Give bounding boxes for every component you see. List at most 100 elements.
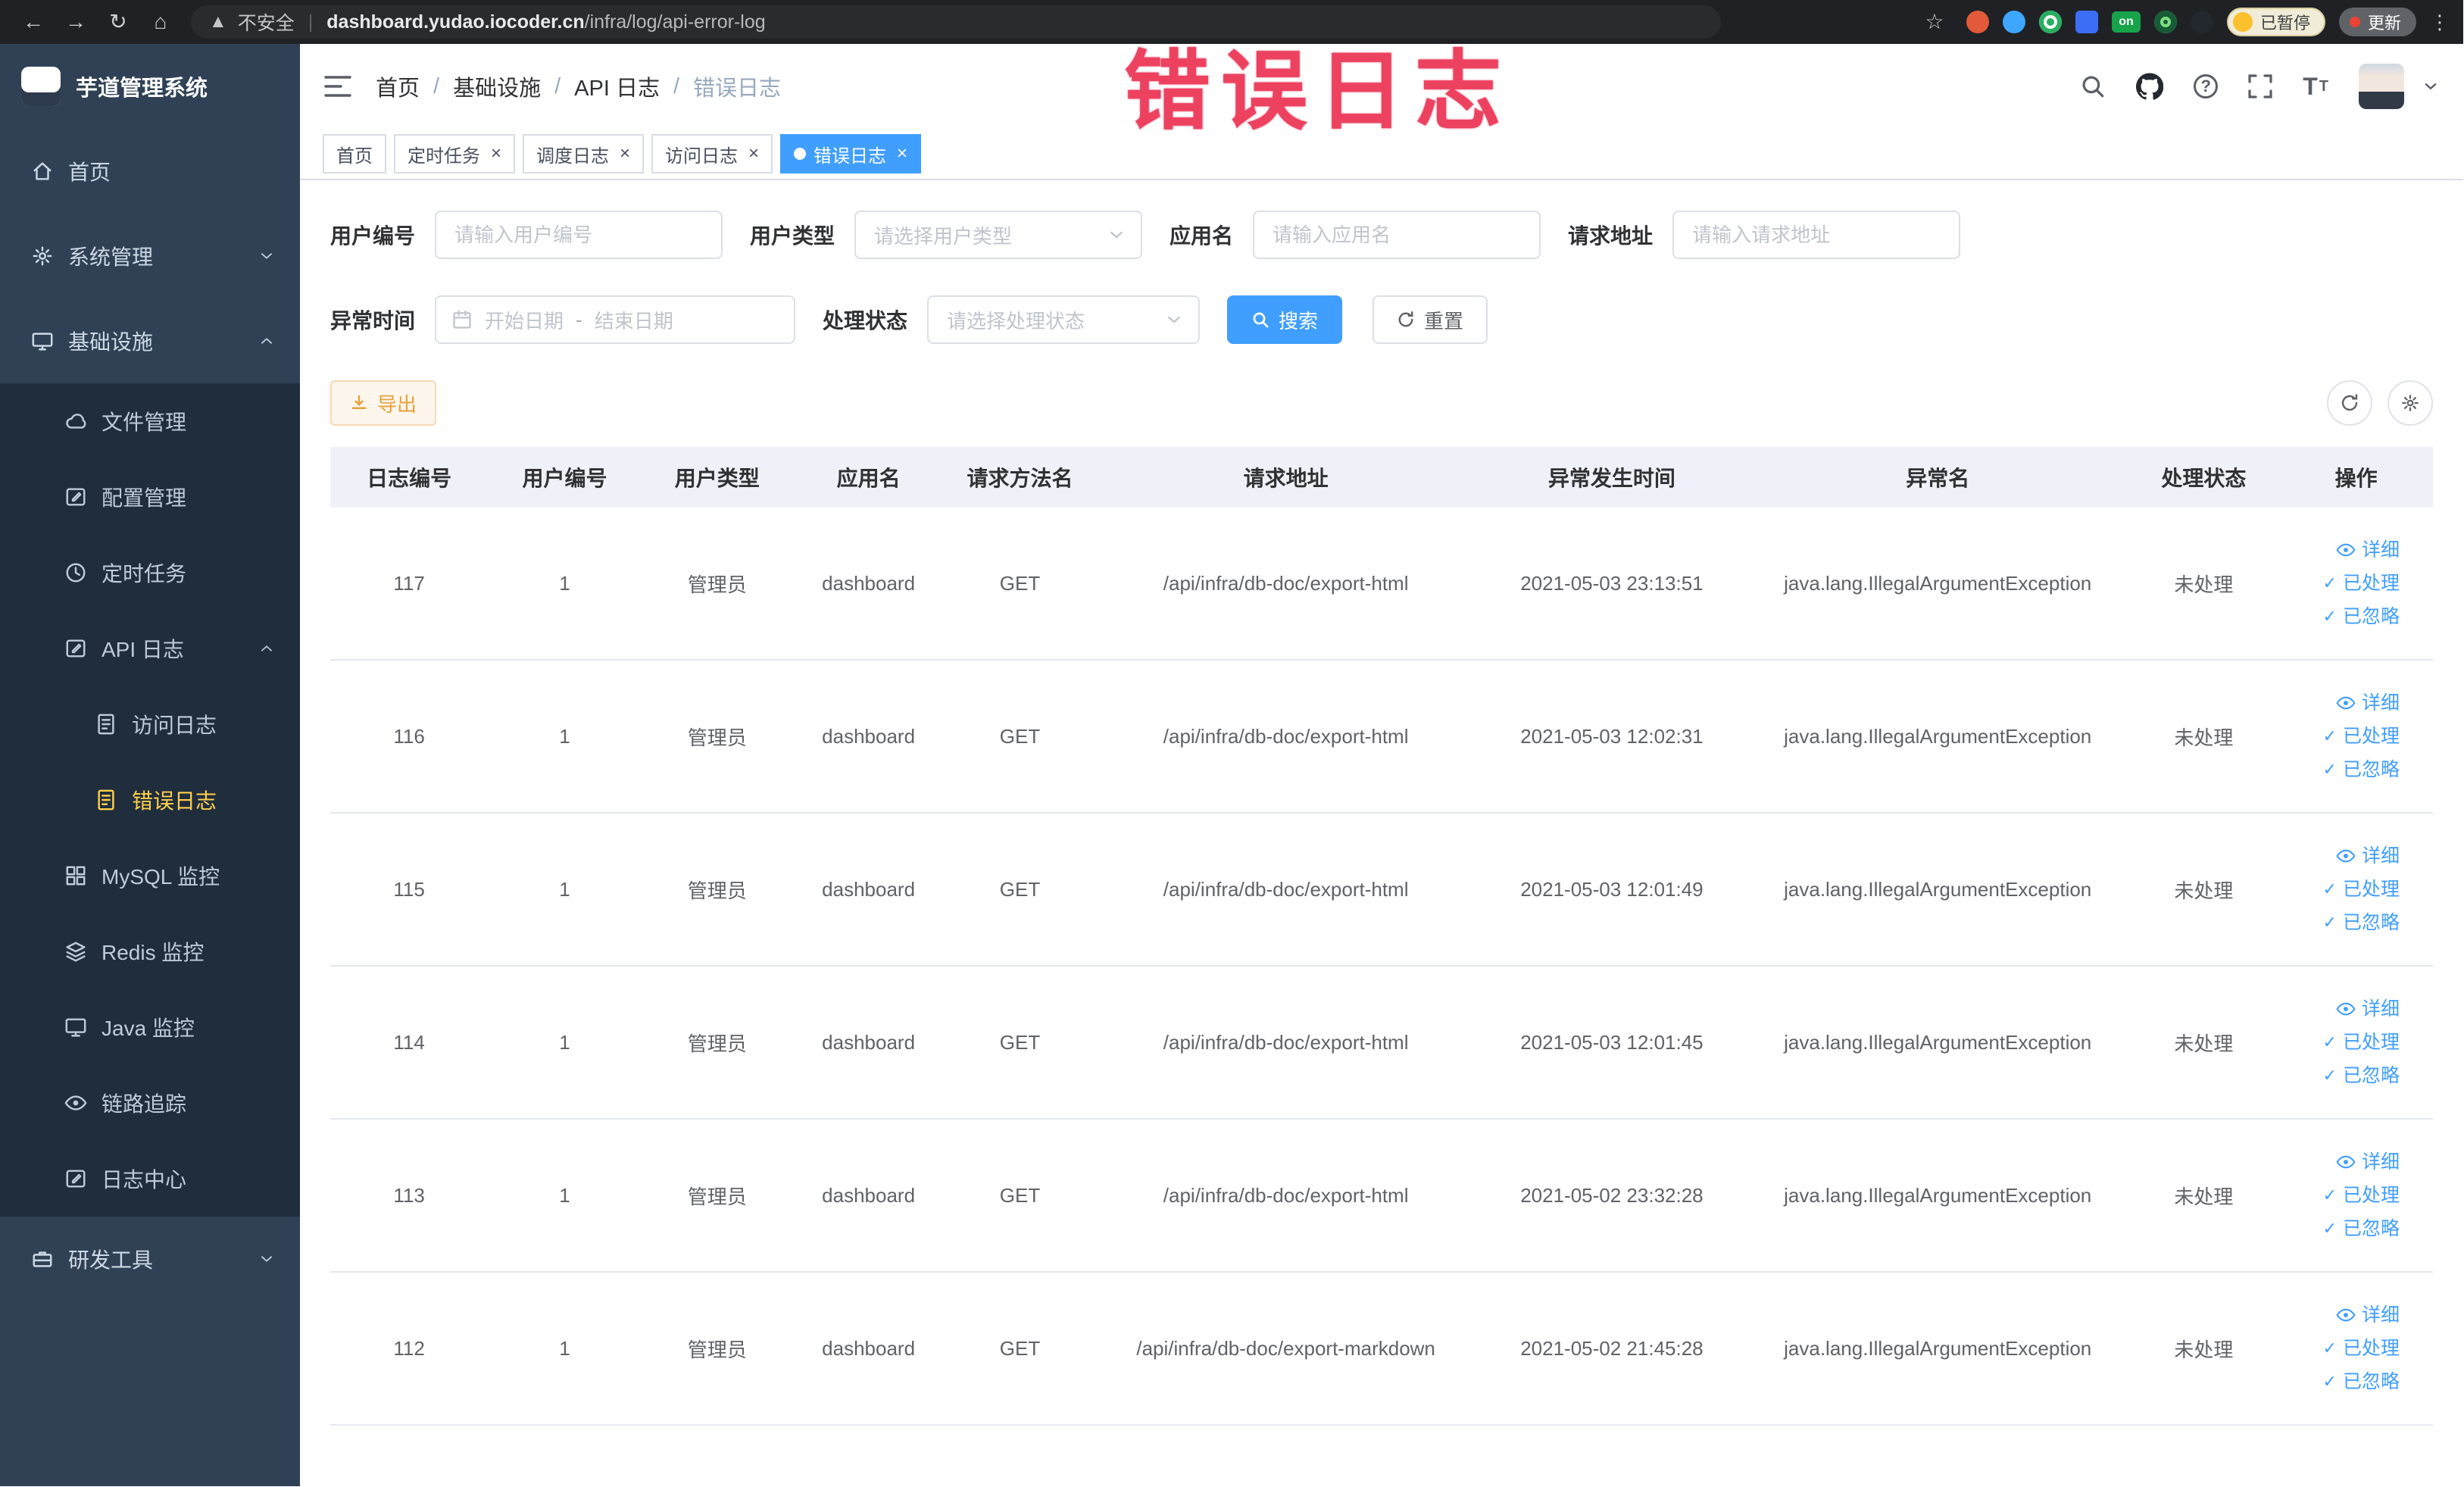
- browser-menu-icon[interactable]: ⋮: [2430, 0, 2450, 44]
- check-icon: ✓: [2322, 1186, 2337, 1204]
- browser-forward-icon[interactable]: →: [58, 0, 94, 44]
- sidebar-menu: 首页 系统管理 基础设施 文件管理 配置管理 定时任务 API 日志 访问日志 错误日志 MySQ…: [0, 129, 300, 1301]
- processed-link[interactable]: ✓ 已处理: [2288, 1026, 2400, 1059]
- sidebar-item-log-center[interactable]: 日志中心: [0, 1141, 300, 1217]
- reset-button[interactable]: 重置: [1373, 295, 1488, 344]
- sidebar-item-config[interactable]: 配置管理: [0, 459, 300, 535]
- ignored-link[interactable]: ✓ 已忽略: [2288, 1365, 2400, 1398]
- url-bar[interactable]: ▲ 不安全 | dashboard.yudao.iocoder.cn/infra…: [191, 5, 1721, 39]
- sidebar-item-java[interactable]: Java 监控: [0, 989, 300, 1065]
- extension-icon[interactable]: [2075, 11, 2098, 33]
- tab-job-log[interactable]: 调度日志 ×: [523, 134, 645, 173]
- table-cell: dashboard: [792, 813, 945, 967]
- check-icon: ✓: [2322, 1339, 2337, 1357]
- extension-on-badge[interactable]: on: [2111, 11, 2141, 33]
- ignored-link[interactable]: ✓ 已忽略: [2288, 1059, 2400, 1092]
- processed-link[interactable]: ✓ 已处理: [2288, 567, 2400, 600]
- help-icon[interactable]: ?: [2194, 74, 2219, 98]
- sidebar-item-tracer[interactable]: 链路追踪: [0, 1065, 300, 1141]
- browser-reload-icon[interactable]: ↻: [100, 0, 136, 44]
- doc-icon: [94, 789, 118, 811]
- processed-link[interactable]: ✓ 已处理: [2288, 1179, 2400, 1212]
- action-label: 已处理: [2342, 1338, 2400, 1359]
- tab-job[interactable]: 定时任务 ×: [394, 134, 516, 173]
- table-cell: 117: [330, 508, 489, 661]
- user-avatar[interactable]: [2359, 64, 2404, 109]
- extension-icon[interactable]: [1966, 11, 1989, 33]
- chevron-down-icon[interactable]: [2422, 78, 2439, 95]
- detail-link[interactable]: 详细: [2288, 1298, 2400, 1332]
- app-logo[interactable]: 芋道管理系统: [0, 44, 300, 129]
- sidebar-item-error-log[interactable]: 错误日志: [0, 762, 300, 838]
- range-separator: -: [576, 308, 582, 331]
- table-cell: GET: [944, 813, 1096, 967]
- search-button[interactable]: 搜索: [1227, 295, 1343, 344]
- tab-access-log[interactable]: 访问日志 ×: [651, 134, 773, 173]
- sidebar-item-job[interactable]: 定时任务: [0, 535, 300, 611]
- extension-icon[interactable]: [2038, 11, 2062, 33]
- close-icon[interactable]: ×: [491, 145, 501, 163]
- font-size-icon[interactable]: TT: [2303, 73, 2328, 101]
- search-icon[interactable]: [2080, 73, 2106, 99]
- table-cell: 2021-05-02 23:32:28: [1476, 1119, 1747, 1273]
- check-icon: ✓: [2322, 760, 2337, 779]
- user-id-input[interactable]: [435, 211, 723, 259]
- refresh-table-button[interactable]: [2327, 380, 2372, 426]
- sidebar-item-api-log[interactable]: API 日志: [0, 611, 300, 686]
- ignored-link[interactable]: ✓ 已忽略: [2288, 1212, 2400, 1245]
- date-range-picker[interactable]: 开始日期 - 结束日期: [435, 295, 796, 344]
- sidebar-item-home[interactable]: 首页: [0, 129, 300, 214]
- sidebar-item-redis[interactable]: Redis 监控: [0, 914, 300, 989]
- app-name-input[interactable]: [1253, 211, 1541, 259]
- hamburger-icon[interactable]: [324, 74, 351, 98]
- processed-link[interactable]: ✓ 已处理: [2288, 873, 2400, 906]
- breadcrumb-infra[interactable]: 基础设施: [453, 70, 541, 102]
- column-settings-button[interactable]: [2387, 380, 2433, 426]
- request-url-input[interactable]: [1672, 211, 1961, 259]
- check-icon: ✓: [2322, 573, 2337, 592]
- table-cell: 1: [488, 813, 642, 967]
- extension-icon[interactable]: [2002, 11, 2025, 33]
- detail-link[interactable]: 详细: [2288, 686, 2400, 720]
- ignored-link[interactable]: ✓ 已忽略: [2288, 906, 2400, 939]
- close-icon[interactable]: ×: [620, 145, 630, 163]
- detail-link[interactable]: 详细: [2288, 1145, 2400, 1179]
- breadcrumb-home[interactable]: 首页: [376, 70, 420, 102]
- browser-update-button[interactable]: 更新: [2338, 8, 2416, 36]
- ignored-link[interactable]: ✓ 已忽略: [2288, 753, 2400, 786]
- extension-icon[interactable]: [2190, 11, 2213, 33]
- user-type-select[interactable]: 请选择用户类型: [854, 211, 1143, 259]
- sidebar-item-file[interactable]: 文件管理: [0, 383, 300, 459]
- process-status-select[interactable]: 请选择处理状态: [927, 295, 1201, 344]
- tab-error-log[interactable]: 错误日志 ×: [780, 134, 922, 173]
- extension-icon[interactable]: [2153, 11, 2177, 33]
- column-header: 操作: [2279, 447, 2433, 508]
- processed-link[interactable]: ✓ 已处理: [2288, 720, 2400, 753]
- bookmark-star-icon[interactable]: ☆: [1916, 0, 1953, 44]
- sidebar-item-dev-tools[interactable]: 研发工具: [0, 1217, 300, 1301]
- sidebar-item-access-log[interactable]: 访问日志: [0, 686, 300, 762]
- row-actions: 详细 ✓ 已处理 ✓ 已忽略: [2279, 1272, 2433, 1426]
- export-button[interactable]: 导出: [330, 380, 437, 426]
- close-icon[interactable]: ×: [897, 145, 907, 163]
- github-icon[interactable]: [2136, 73, 2164, 100]
- browser-home-icon[interactable]: ⌂: [142, 0, 179, 44]
- tab-label: 错误日志: [814, 145, 887, 167]
- tab-home[interactable]: 首页: [323, 134, 386, 173]
- browser-back-icon[interactable]: ←: [15, 0, 52, 44]
- processed-link[interactable]: ✓ 已处理: [2288, 1332, 2400, 1365]
- ignored-link[interactable]: ✓ 已忽略: [2288, 600, 2400, 633]
- breadcrumb-api-log[interactable]: API 日志: [574, 70, 660, 102]
- tab-paused-badge[interactable]: 已暂停: [2226, 8, 2325, 36]
- table-cell: 2021-05-03 12:02:31: [1476, 660, 1747, 814]
- sidebar-item-infra[interactable]: 基础设施: [0, 298, 300, 383]
- detail-link[interactable]: 详细: [2288, 839, 2400, 873]
- detail-link[interactable]: 详细: [2288, 533, 2400, 567]
- sidebar-item-system[interactable]: 系统管理: [0, 214, 300, 298]
- close-icon[interactable]: ×: [748, 145, 759, 163]
- detail-link[interactable]: 详细: [2288, 992, 2400, 1026]
- error-log-table: 日志编号 用户编号 用户类型 应用名 请求方法名 请求地址 异常发生时间 异常名 处理状态 操作 …: [330, 447, 2433, 1426]
- sidebar-item-mysql[interactable]: MySQL 监控: [0, 838, 300, 914]
- chevron-down-icon: [258, 1250, 276, 1268]
- fullscreen-icon[interactable]: [2248, 74, 2272, 98]
